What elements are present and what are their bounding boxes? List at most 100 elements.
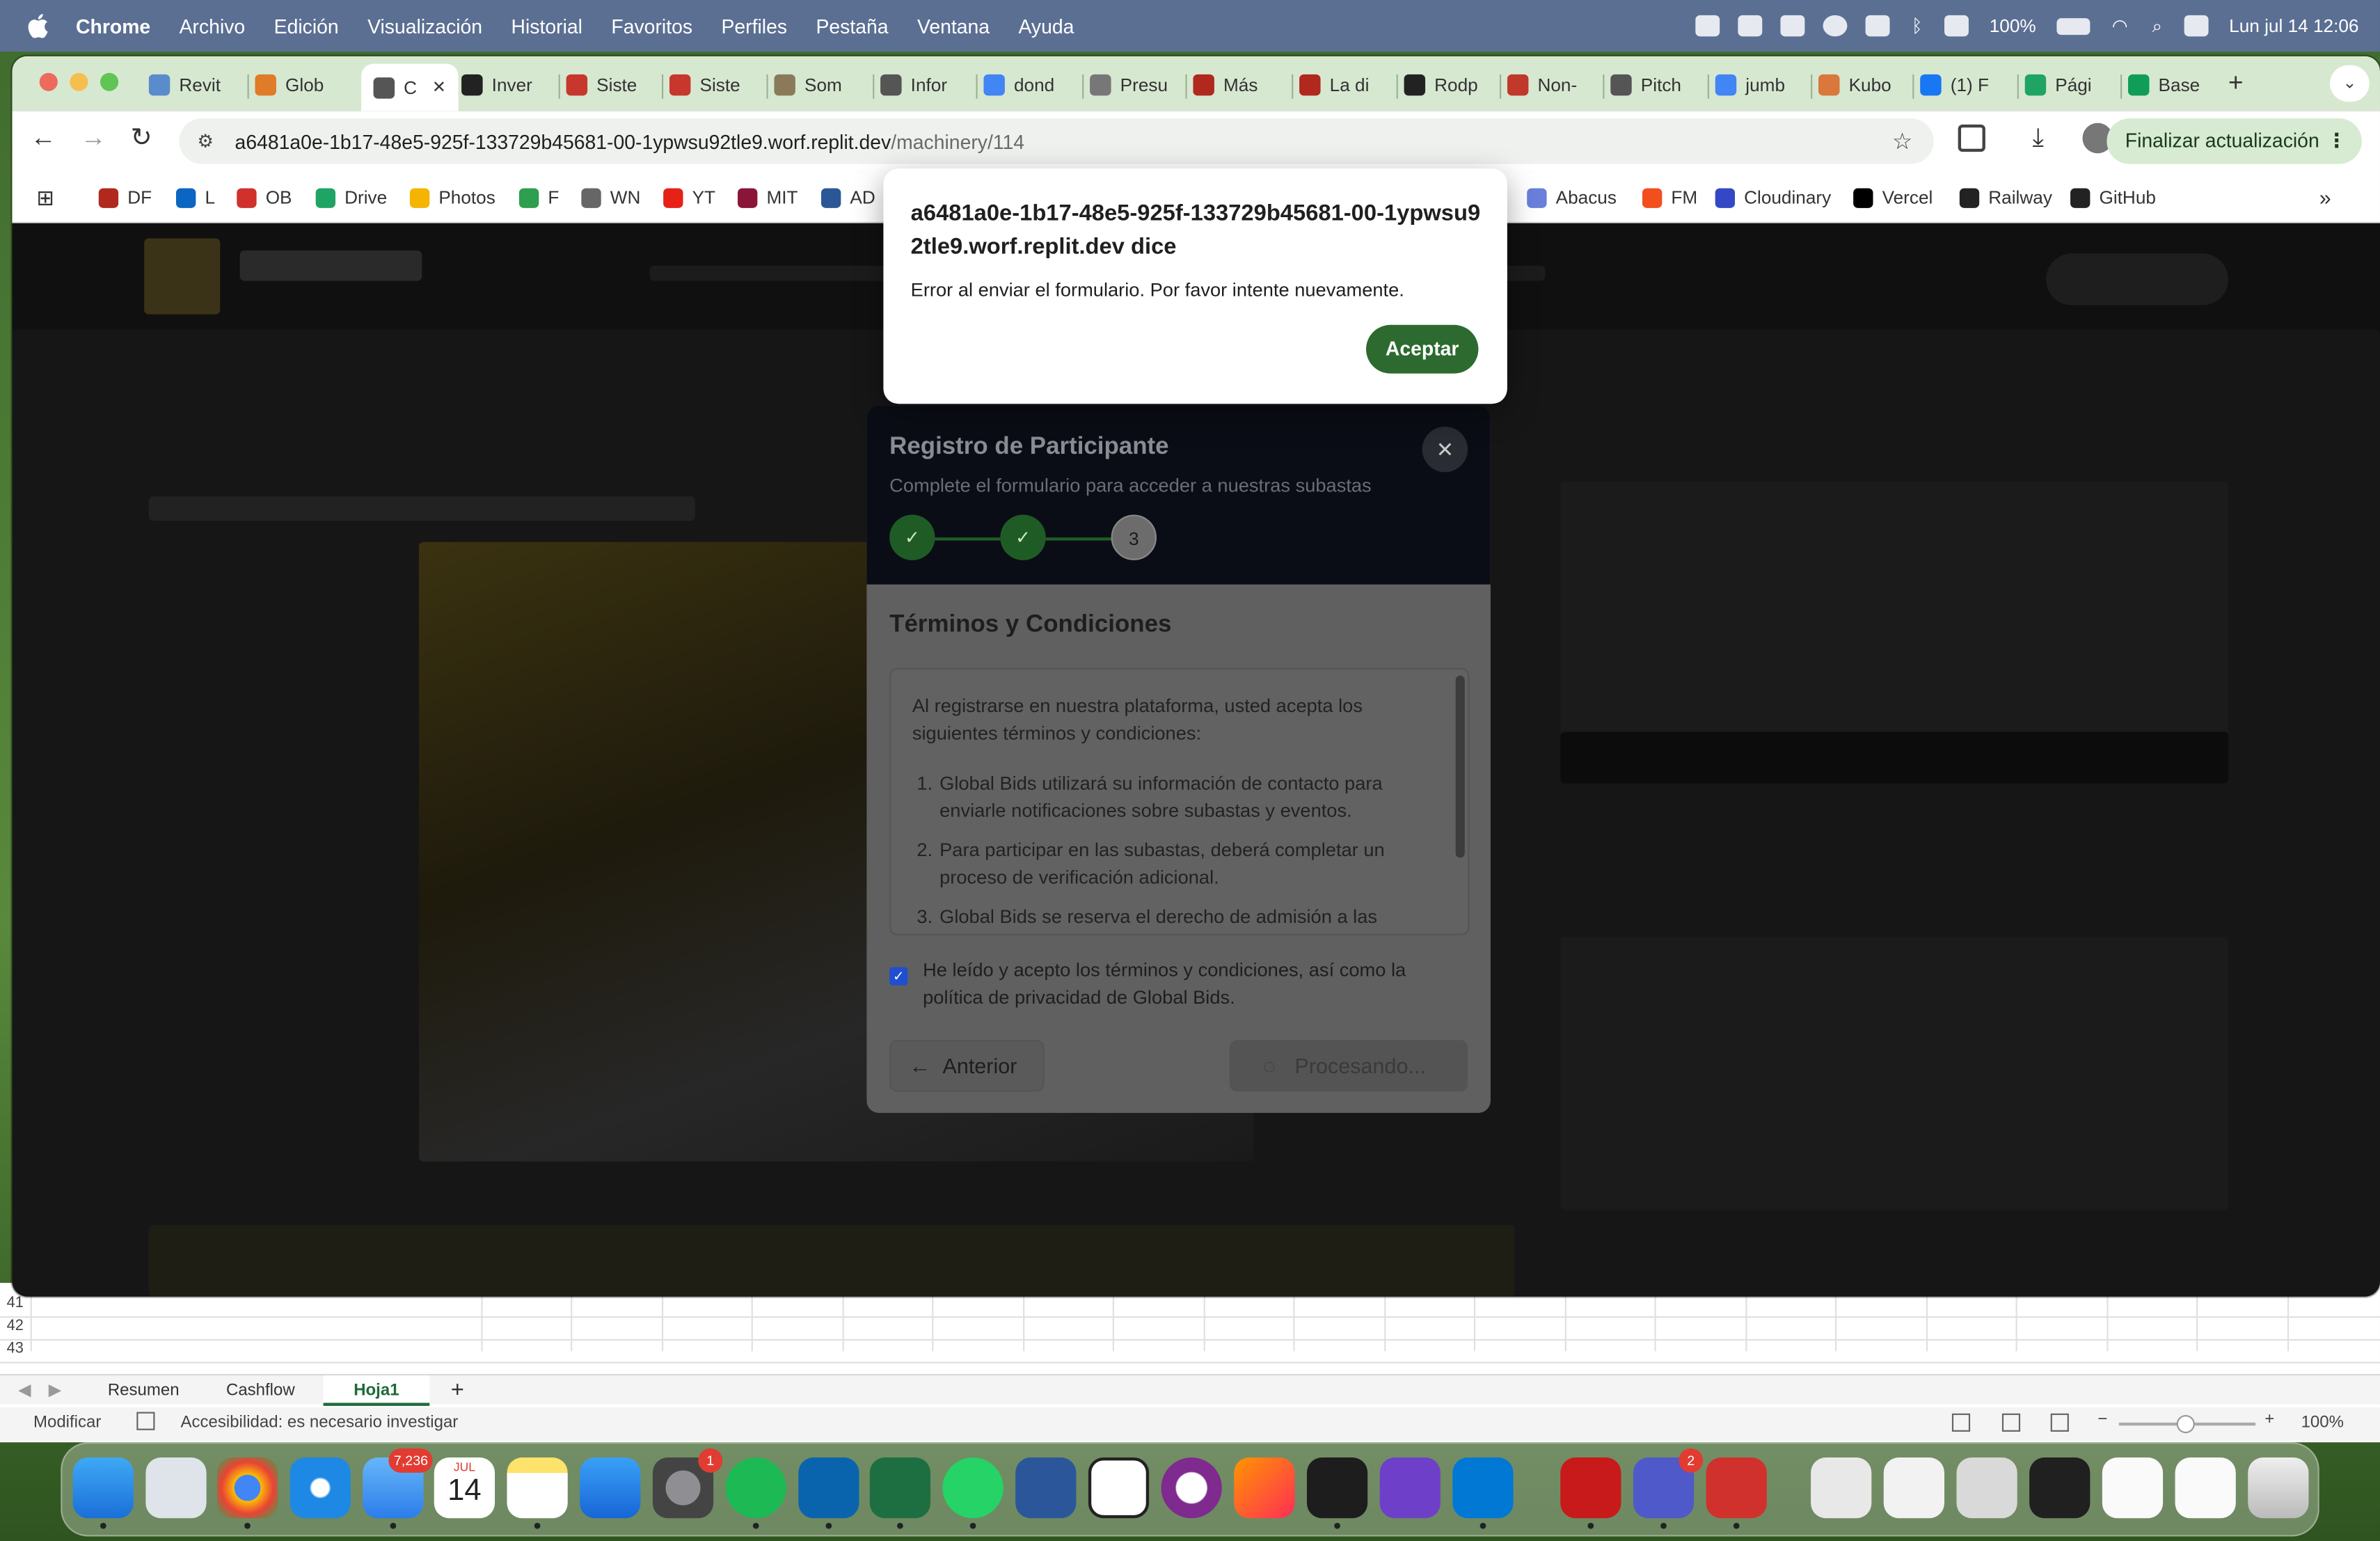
- bluetooth-icon[interactable]: ᛒ: [1912, 15, 1923, 37]
- browser-tab[interactable]: Siste: [566, 64, 660, 106]
- browser-tab[interactable]: Infor: [880, 64, 974, 106]
- system-settings-icon[interactable]: 1: [652, 1448, 723, 1519]
- menu-ayuda[interactable]: Ayuda: [1018, 15, 1074, 38]
- apps-grid-icon[interactable]: ⊞: [36, 184, 54, 210]
- bookmark-star-icon[interactable]: ☆: [1892, 127, 1912, 155]
- zoom-window-button[interactable]: [100, 72, 119, 91]
- menu-ventana[interactable]: Ventana: [917, 15, 990, 38]
- recent-terminal-thumbnail[interactable]: [2029, 1457, 2091, 1519]
- accept-terms-checkbox[interactable]: ✓: [889, 967, 908, 986]
- minimize-window-button[interactable]: [70, 72, 88, 91]
- menu-pestana[interactable]: Pestaña: [816, 15, 888, 38]
- whatsapp-icon[interactable]: [942, 1457, 1003, 1529]
- recent-window-thumbnail[interactable]: [2102, 1457, 2164, 1519]
- back-icon[interactable]: ←: [31, 123, 56, 154]
- menu-favoritos[interactable]: Favoritos: [611, 15, 692, 38]
- fantastical-icon[interactable]: [1088, 1457, 1150, 1519]
- bookmark-item[interactable]: WN: [581, 185, 640, 210]
- status-outlook-icon[interactable]: [1738, 15, 1763, 37]
- github-desktop-icon[interactable]: [1379, 1457, 1441, 1519]
- add-sheet-icon[interactable]: +: [451, 1375, 464, 1406]
- browser-tab[interactable]: jumb: [1715, 64, 1809, 106]
- browser-tab[interactable]: C ✕: [361, 63, 459, 111]
- page-layout-icon[interactable]: [2001, 1413, 2021, 1432]
- browser-tab[interactable]: Pági: [2024, 64, 2119, 106]
- page-break-icon[interactable]: [2050, 1413, 2069, 1432]
- previous-button[interactable]: ← Anterior: [889, 1040, 1045, 1092]
- sheet-tab-cashflow[interactable]: Cashflow: [226, 1375, 295, 1406]
- menu-perfiles[interactable]: Perfiles: [721, 15, 787, 38]
- notes-icon[interactable]: [507, 1457, 568, 1529]
- trash-icon[interactable]: [2248, 1457, 2309, 1519]
- calendar-icon[interactable]: JUL 14: [434, 1457, 495, 1519]
- menu-visualizacion[interactable]: Visualización: [367, 15, 482, 38]
- bookmark-item[interactable]: Abacus: [1527, 185, 1617, 210]
- accept-button[interactable]: Aceptar: [1366, 324, 1479, 374]
- bookmark-item[interactable]: AD: [820, 185, 875, 210]
- address-bar[interactable]: ⚙ a6481a0e-1b17-48e5-925f-133729b45681-0…: [179, 118, 1934, 164]
- more-menu-icon[interactable]: ⋮: [2327, 118, 2347, 164]
- browser-tab[interactable]: Som: [774, 64, 868, 106]
- bookmark-item[interactable]: FM: [1642, 185, 1697, 210]
- word-icon[interactable]: [1015, 1457, 1077, 1519]
- bookmark-item[interactable]: Vercel: [1853, 185, 1933, 210]
- bookmark-item[interactable]: L: [176, 185, 215, 210]
- browser-tab[interactable]: Non-: [1507, 64, 1601, 106]
- status-play-icon[interactable]: [1823, 15, 1848, 37]
- vscode-icon[interactable]: [1452, 1457, 1514, 1529]
- accessibility-status[interactable]: Accesibilidad: es necesario investigar: [181, 1414, 459, 1432]
- chrome-icon[interactable]: [216, 1457, 278, 1529]
- pdf-expert-icon[interactable]: [1706, 1457, 1767, 1529]
- mail-icon[interactable]: 7,236: [363, 1448, 433, 1529]
- excel-icon[interactable]: [869, 1457, 931, 1529]
- browser-tab[interactable]: Inver: [461, 64, 555, 106]
- browser-tab[interactable]: Glob: [255, 64, 349, 106]
- menu-archivo[interactable]: Archivo: [180, 15, 246, 38]
- status-display-icon[interactable]: [1944, 15, 1969, 37]
- acrobat-icon[interactable]: [1560, 1457, 1621, 1529]
- launchpad-icon[interactable]: [145, 1457, 207, 1519]
- recent-window-thumbnail[interactable]: [2175, 1457, 2236, 1519]
- browser-tab[interactable]: Kubo: [1818, 64, 1912, 106]
- browser-tab[interactable]: La di: [1299, 64, 1393, 106]
- terms-scroll-box[interactable]: Al registrarse en nuestra plataforma, us…: [889, 667, 1470, 935]
- bookmark-item[interactable]: Drive: [315, 185, 387, 210]
- teams-icon[interactable]: 2: [1633, 1448, 1704, 1529]
- recent-window-thumbnail[interactable]: [1956, 1457, 2017, 1519]
- zoom-out-icon[interactable]: −: [2097, 1410, 2107, 1428]
- wifi-icon[interactable]: ◠: [2112, 15, 2128, 37]
- bookmark-item[interactable]: GitHub: [2070, 185, 2156, 210]
- spotlight-search-icon[interactable]: ⌕: [2152, 15, 2163, 38]
- macro-icon[interactable]: [136, 1412, 155, 1430]
- control-center-icon[interactable]: [2183, 15, 2208, 37]
- browser-tab[interactable]: Base: [2127, 64, 2222, 106]
- browser-tab[interactable]: Pitch: [1610, 64, 1704, 106]
- normal-view-icon[interactable]: [1951, 1413, 1971, 1432]
- menubar-clock[interactable]: Lun jul 14 12:06: [2229, 15, 2358, 37]
- menu-historial[interactable]: Historial: [511, 15, 582, 38]
- accept-terms-label[interactable]: He leído y acepto los términos y condici…: [923, 956, 1461, 1011]
- bookmark-item[interactable]: F: [518, 185, 559, 210]
- sheet-tab-hoja1[interactable]: Hoja1: [323, 1375, 430, 1406]
- outlook-icon[interactable]: [798, 1457, 859, 1529]
- bookmark-item[interactable]: YT: [663, 185, 715, 210]
- flowise-icon[interactable]: [1306, 1457, 1368, 1529]
- browser-tab[interactable]: dond: [983, 64, 1077, 106]
- bookmark-item[interactable]: OB: [237, 185, 292, 210]
- terms-scrollbar[interactable]: [1455, 675, 1465, 858]
- finish-update-button[interactable]: Finalizar actualización ⋮: [2107, 118, 2362, 164]
- browser-tab[interactable]: Presu: [1090, 64, 1184, 106]
- forward-icon[interactable]: →: [81, 123, 106, 154]
- screen-recorder-icon[interactable]: [1161, 1457, 1222, 1519]
- status-airplay-icon[interactable]: [1866, 15, 1891, 37]
- safari-icon[interactable]: [289, 1457, 351, 1519]
- sheet-tab-resumen[interactable]: Resumen: [108, 1375, 180, 1406]
- status-gamepad-icon[interactable]: [1696, 15, 1721, 37]
- apple-icon[interactable]: [27, 14, 49, 38]
- menu-edicion[interactable]: Edición: [274, 15, 339, 38]
- zoom-slider-thumb[interactable]: [2176, 1414, 2195, 1434]
- browser-tab[interactable]: Más: [1193, 64, 1287, 106]
- reload-icon[interactable]: ↻: [131, 123, 152, 154]
- browser-tab[interactable]: Siste: [669, 64, 763, 106]
- spotify-icon[interactable]: [725, 1457, 786, 1529]
